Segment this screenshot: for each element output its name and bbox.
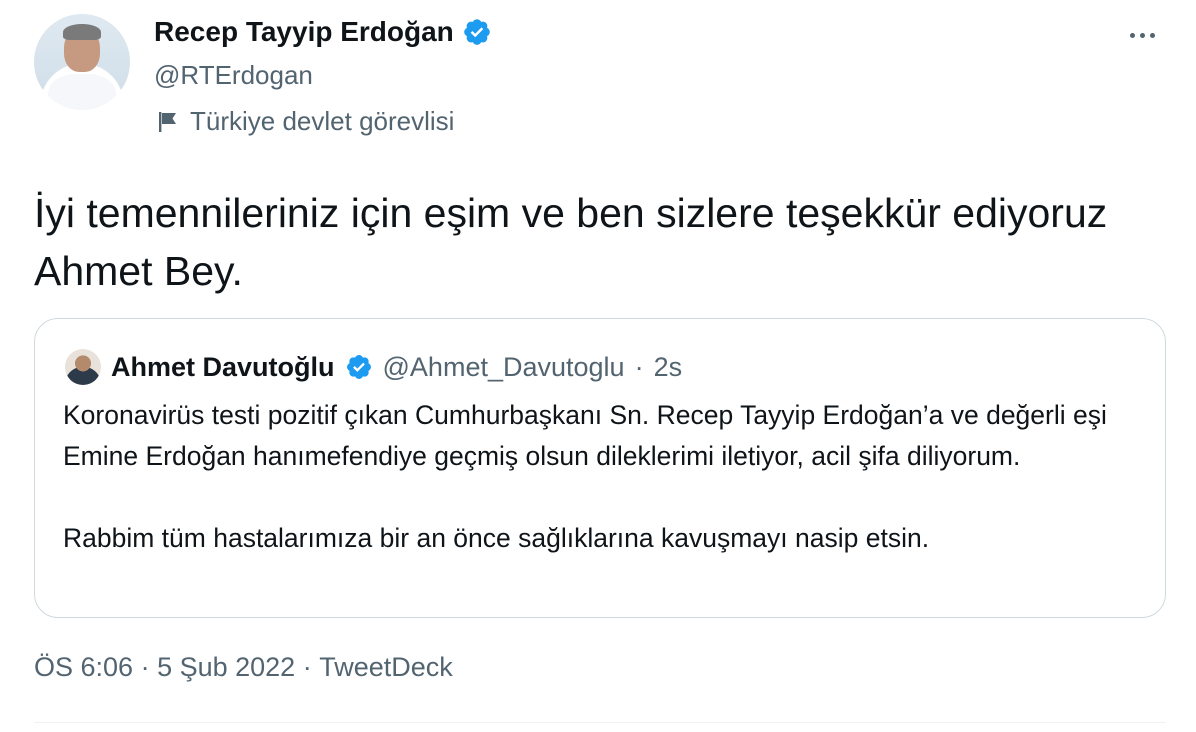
tweet-text: İyi temennileriniz için eşim ve ben sizl…: [34, 190, 1108, 294]
divider: [34, 722, 1166, 723]
flag-icon: [159, 111, 176, 132]
quoted-avatar: [65, 349, 101, 385]
tweet-footer: ÖS 6:06 · 5 Şub 2022 · TweetDeck: [34, 652, 453, 683]
footer-separator: ·: [133, 652, 158, 682]
government-label-text: Türkiye devlet görevlisi: [190, 106, 455, 136]
quoted-tweet-text: Koronavirüs testi pozitif çıkan Cumhurba…: [63, 395, 1143, 559]
author-name-row: Recep Tayyip Erdoğan: [154, 16, 492, 48]
quoted-paragraph: Koronavirüs testi pozitif çıkan Cumhurba…: [63, 400, 1107, 471]
quoted-time: 2s: [653, 351, 683, 382]
quoted-tweet[interactable]: Ahmet Davutoğlu @Ahmet_Davutoglu · 2s Ko…: [34, 318, 1166, 618]
footer-separator: ·: [295, 652, 320, 682]
verified-badge-icon: [346, 355, 371, 379]
quoted-separator: ·: [634, 351, 644, 382]
tweet-source[interactable]: TweetDeck: [319, 652, 453, 683]
more-icon[interactable]: [1124, 20, 1160, 50]
author-display-name[interactable]: Recep Tayyip Erdoğan: [154, 16, 454, 48]
tweet-time[interactable]: ÖS 6:06: [34, 652, 133, 683]
quoted-tweet-header: Ahmet Davutoğlu @Ahmet_Davutoglu · 2s: [65, 349, 682, 385]
government-label: Türkiye devlet görevlisi: [156, 106, 454, 137]
tweet-date[interactable]: 5 Şub 2022: [157, 652, 295, 683]
quoted-display-name: Ahmet Davutoğlu: [111, 351, 335, 382]
verified-badge-icon: [463, 19, 490, 45]
tweet: Recep Tayyip Erdoğan @RTErdogan Türkiye …: [0, 0, 1196, 732]
avatar[interactable]: [34, 14, 130, 110]
author-handle[interactable]: @RTErdogan: [154, 60, 313, 91]
quoted-paragraph: Rabbim tüm hastalarımıza bir an önce sağ…: [63, 523, 930, 553]
quoted-handle: @Ahmet_Davutoglu: [382, 351, 625, 382]
